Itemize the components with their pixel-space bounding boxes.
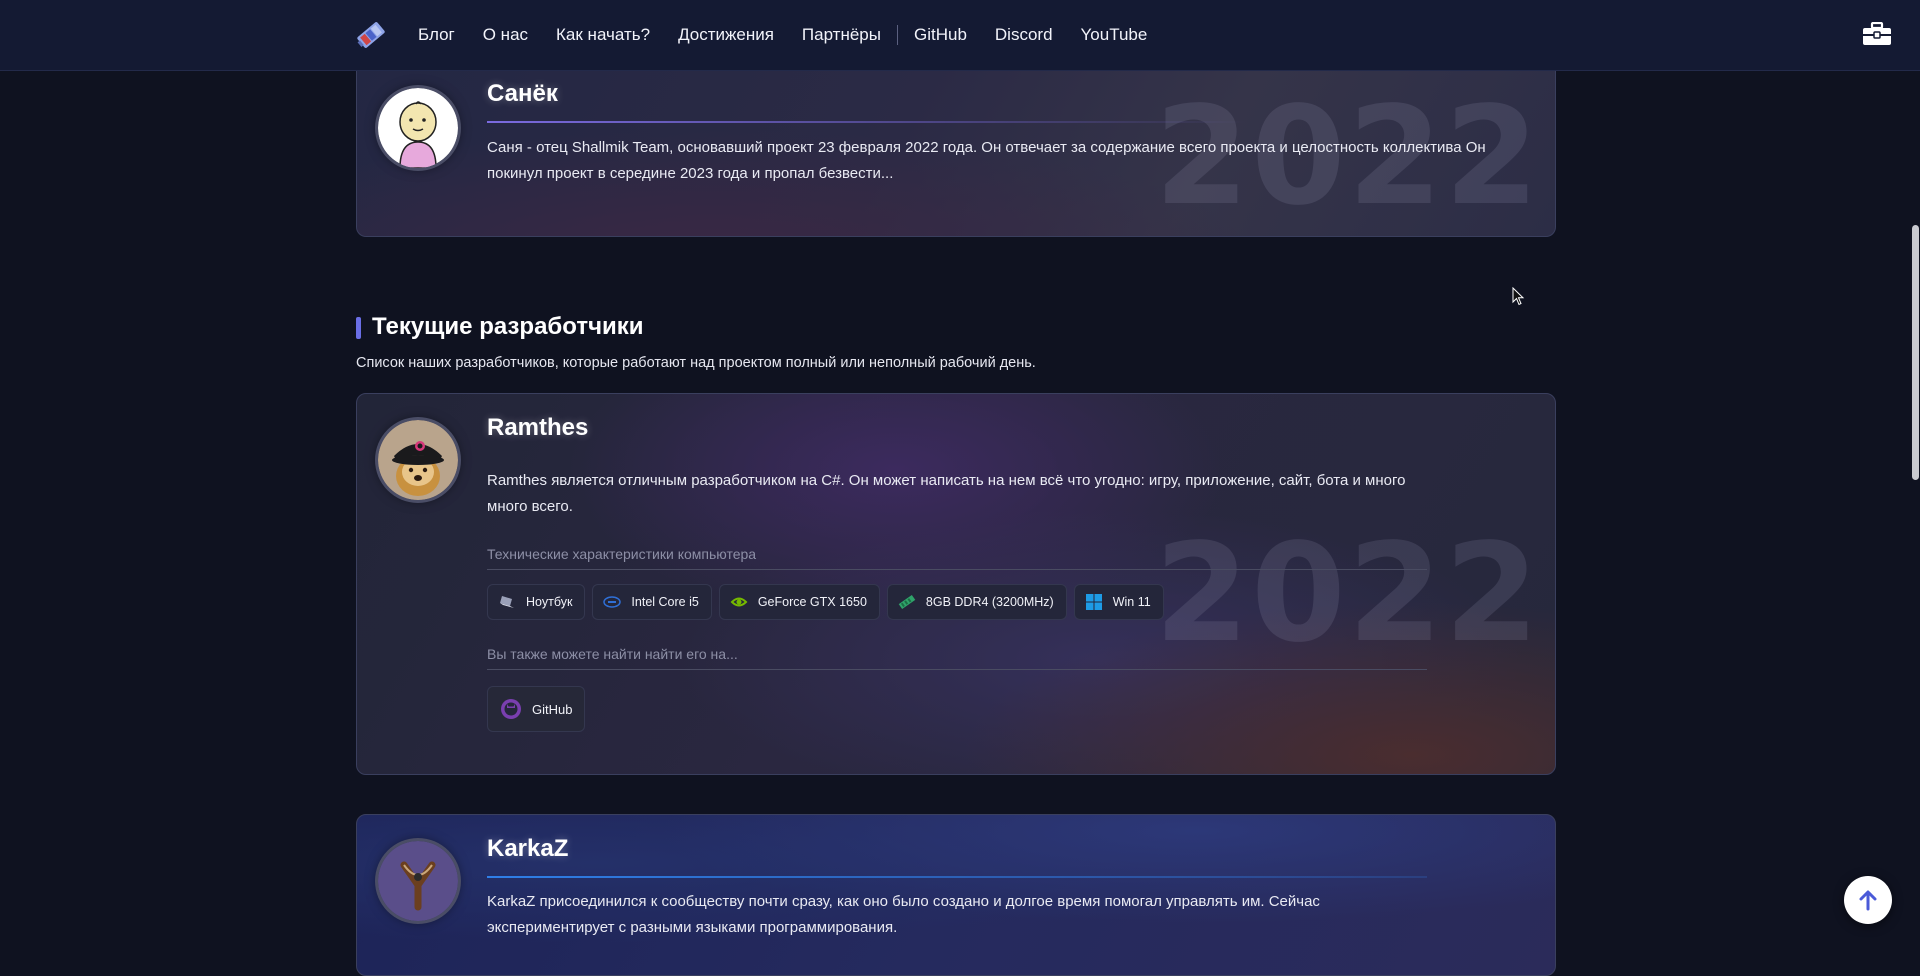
spec-chip-os: Win 11	[1073, 584, 1164, 620]
page-scrollbar[interactable]	[1910, 70, 1920, 945]
site-logo-icon[interactable]	[352, 16, 390, 54]
main-nav: Блог О нас Как начать? Достижения Партнё…	[418, 0, 1175, 70]
spec-label: Ноутбук	[526, 595, 573, 609]
scrollbar-thumb[interactable]	[1912, 225, 1919, 480]
specs-list: Ноутбук Intel Core i5 GeForce GTX 1650 8…	[487, 584, 1164, 620]
intel-icon	[603, 596, 622, 608]
member-name: Ramthes	[487, 414, 589, 441]
name-underline	[487, 121, 1247, 123]
member-card-karkaz: KarkaZ KarkaZ присоединился к сообществу…	[356, 814, 1556, 976]
windows-icon	[1085, 594, 1102, 610]
dog-avatar-icon	[378, 420, 458, 500]
name-underline	[487, 876, 1427, 878]
ram-icon	[898, 594, 916, 610]
nav-divider	[896, 25, 898, 45]
spec-label: Win 11	[1112, 595, 1151, 609]
spec-chip-ram: 8GB DDR4 (3200MHz)	[886, 584, 1067, 620]
profile-links: GitHub	[487, 686, 586, 732]
github-icon	[501, 699, 521, 719]
member-description: Ramthes является отличным разработчиком …	[487, 472, 1406, 515]
member-description: KarkaZ присоединился к сообществу почти …	[487, 893, 1320, 936]
cartoon-avatar-icon	[378, 88, 458, 168]
top-navbar: Блог О нас Как начать? Достижения Партнё…	[0, 0, 1920, 71]
spec-chip-cpu: Intel Core i5	[592, 584, 712, 620]
member-name: Санёк	[487, 80, 558, 107]
member-card-ramthes: 2022 Ramthes Ramthes является отличным р…	[356, 393, 1556, 775]
laptop-icon	[500, 596, 514, 608]
member-description: Саня - отец Shallmik Team, основавший пр…	[487, 139, 1486, 182]
avatar	[378, 841, 458, 921]
nav-link-youtube[interactable]: YouTube	[1081, 25, 1148, 45]
nvidia-icon	[730, 597, 748, 607]
toolbox-icon[interactable]	[1862, 22, 1892, 46]
avatar	[378, 88, 458, 168]
nav-link-achievements[interactable]: Достижения	[678, 25, 774, 45]
scroll-to-top-button[interactable]	[1844, 876, 1892, 924]
section-title: Текущие разработчики	[372, 313, 644, 340]
spec-label: GeForce GTX 1650	[757, 595, 867, 609]
spec-chip-laptop: Ноутбук	[487, 584, 586, 620]
links-heading: Вы также можете найти найти его на...	[487, 646, 1427, 670]
nav-link-partners[interactable]: Партнёры	[802, 25, 881, 45]
nav-link-about[interactable]: О нас	[483, 25, 528, 45]
nav-link-get-started[interactable]: Как начать?	[556, 25, 650, 45]
link-label: GitHub	[532, 701, 573, 717]
avatar	[378, 420, 458, 500]
mouse-cursor-icon	[1512, 287, 1525, 306]
nav-link-github[interactable]: GitHub	[914, 25, 967, 45]
nav-link-blog[interactable]: Блог	[418, 25, 455, 45]
arrow-up-icon	[1859, 890, 1877, 911]
spec-label: 8GB DDR4 (3200MHz)	[925, 595, 1054, 609]
member-name: KarkaZ	[487, 835, 569, 862]
slingshot-avatar-icon	[378, 841, 458, 921]
specs-heading: Технические характеристики компьютера	[487, 546, 1427, 570]
section-subtitle: Список наших разработчиков, которые рабо…	[356, 355, 1036, 371]
member-card-sanek: 2022 Санёк Саня - отец Shallmik Team, ос…	[356, 60, 1556, 237]
spec-chip-gpu: GeForce GTX 1650	[718, 584, 880, 620]
nav-link-discord[interactable]: Discord	[995, 25, 1053, 45]
github-profile-link[interactable]: GitHub	[487, 686, 586, 732]
spec-label: Intel Core i5	[631, 595, 699, 609]
